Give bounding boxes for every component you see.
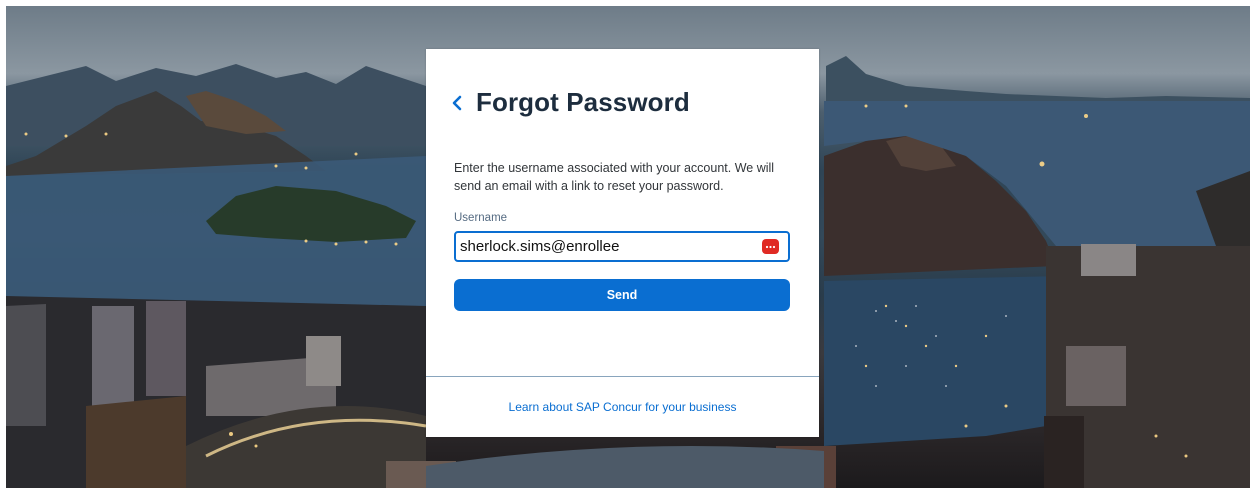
page-title: Forgot Password xyxy=(476,87,690,117)
instructions-text: Enter the username associated with your … xyxy=(454,161,775,193)
username-input[interactable] xyxy=(460,233,750,260)
page: Forgot Password Enter the username assoc… xyxy=(0,0,1254,491)
username-field xyxy=(454,231,790,262)
username-label: Username xyxy=(454,212,508,224)
divider xyxy=(426,376,819,377)
forgot-password-card: Forgot Password Enter the username assoc… xyxy=(426,49,819,437)
chevron-left-icon[interactable] xyxy=(451,89,473,117)
title-row: Forgot Password xyxy=(451,87,690,118)
send-button[interactable]: Send xyxy=(454,279,790,311)
learn-about-sap-concur-link[interactable]: Learn about SAP Concur for your business xyxy=(426,400,819,414)
password-manager-icon[interactable] xyxy=(762,239,779,254)
